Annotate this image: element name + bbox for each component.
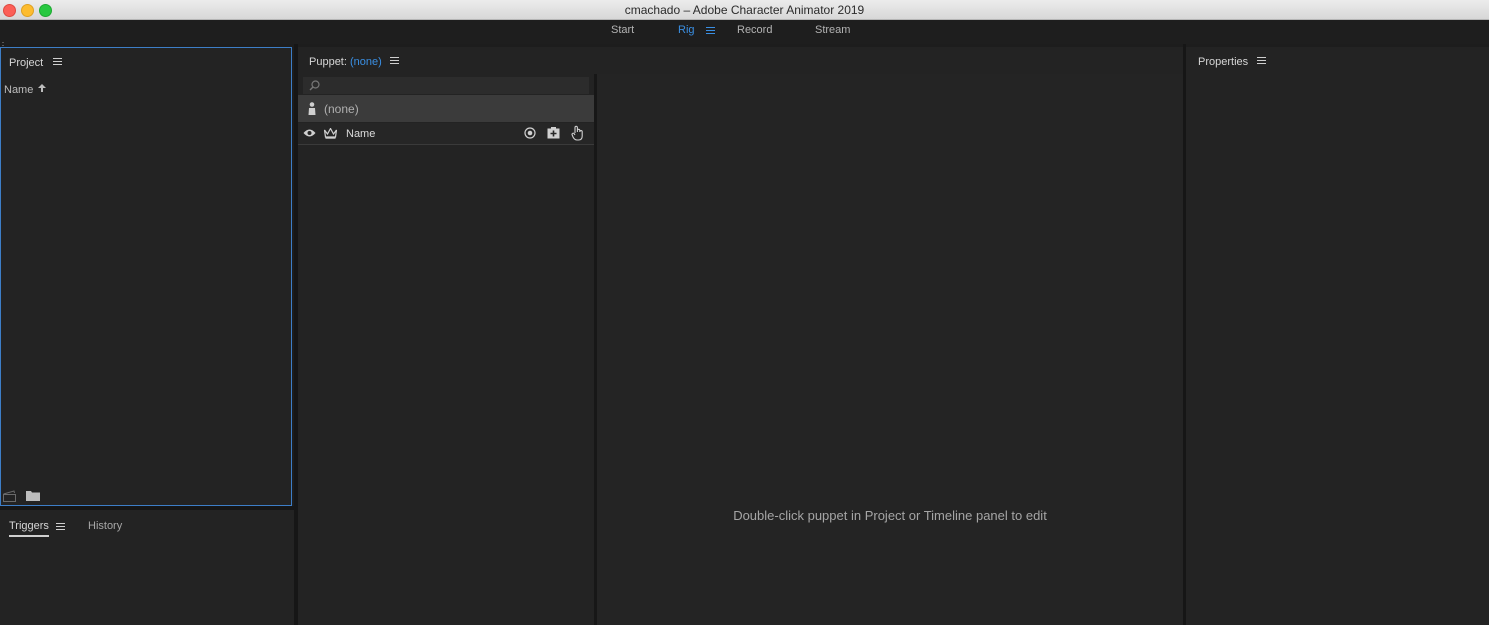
window-title: cmachado – Adobe Character Animator 2019 (624, 3, 865, 17)
window-title-bar: cmachado – Adobe Character Animator 2019 (0, 0, 1489, 20)
properties-panel: Properties (1186, 47, 1489, 625)
properties-panel-menu-icon[interactable] (1257, 57, 1266, 65)
workspace-bar: Start Rig Record Stream (0, 20, 1489, 58)
tab-triggers[interactable]: Triggers (9, 520, 49, 537)
new-scene-icon[interactable] (3, 490, 17, 502)
project-panel-title[interactable]: Project (9, 57, 43, 69)
workspace-tab-rig[interactable]: Rig (678, 24, 695, 36)
independent-crown-icon[interactable] (324, 128, 337, 139)
puppet-title-prefix: Puppet: (309, 56, 347, 68)
project-name-column-header[interactable]: Name (4, 80, 46, 98)
puppet-canvas[interactable]: Double-click puppet in Project or Timeli… (597, 74, 1183, 625)
record-target-icon[interactable] (524, 127, 536, 139)
puppet-name: (none) (349, 56, 382, 68)
workspace-menu-icon[interactable] (706, 27, 715, 35)
workspace-tab-start[interactable]: Start (611, 24, 634, 36)
puppet-root-label: (none) (324, 102, 359, 116)
layer-search-input[interactable] (303, 77, 589, 94)
puppet-icon (308, 102, 316, 115)
puppet-panel-menu-icon[interactable] (390, 57, 399, 65)
properties-panel-header: Properties (1186, 47, 1489, 73)
search-icon (309, 80, 320, 91)
tab-history[interactable]: History (88, 520, 122, 532)
project-panel-header: Project (1, 48, 291, 74)
layer-column-header-row: Name (298, 123, 594, 145)
sort-ascending-icon (37, 84, 46, 92)
name-column-label: Name (4, 84, 34, 96)
puppet-panel-header: Puppet: (none) (298, 47, 1183, 73)
canvas-hint-text: Double-click puppet in Project or Timeli… (733, 508, 1047, 523)
layer-name-column-header[interactable]: Name (346, 128, 375, 140)
workspace-tab-record[interactable]: Record (737, 24, 772, 36)
add-trigger-icon[interactable] (547, 127, 560, 139)
puppet-root-row[interactable]: (none) (298, 95, 594, 122)
project-panel: Project Name (0, 47, 292, 506)
triggers-panel-menu-icon[interactable] (56, 523, 65, 531)
new-folder-icon[interactable] (26, 489, 40, 501)
panel-divider[interactable] (0, 506, 294, 510)
triggers-panel: Triggers History (0, 510, 294, 625)
project-panel-menu-icon[interactable] (53, 58, 62, 66)
puppet-layer-list: (none) Name (298, 74, 594, 625)
visibility-eye-icon[interactable] (303, 128, 316, 138)
puppet-panel-title[interactable]: Puppet: (none) (309, 56, 382, 68)
puppet-panel: Puppet: (none) (none) Name Double-click … (298, 47, 1183, 625)
draggable-handle-icon[interactable] (571, 125, 584, 141)
properties-panel-title[interactable]: Properties (1198, 56, 1248, 68)
workspace-tab-stream[interactable]: Stream (815, 24, 850, 36)
